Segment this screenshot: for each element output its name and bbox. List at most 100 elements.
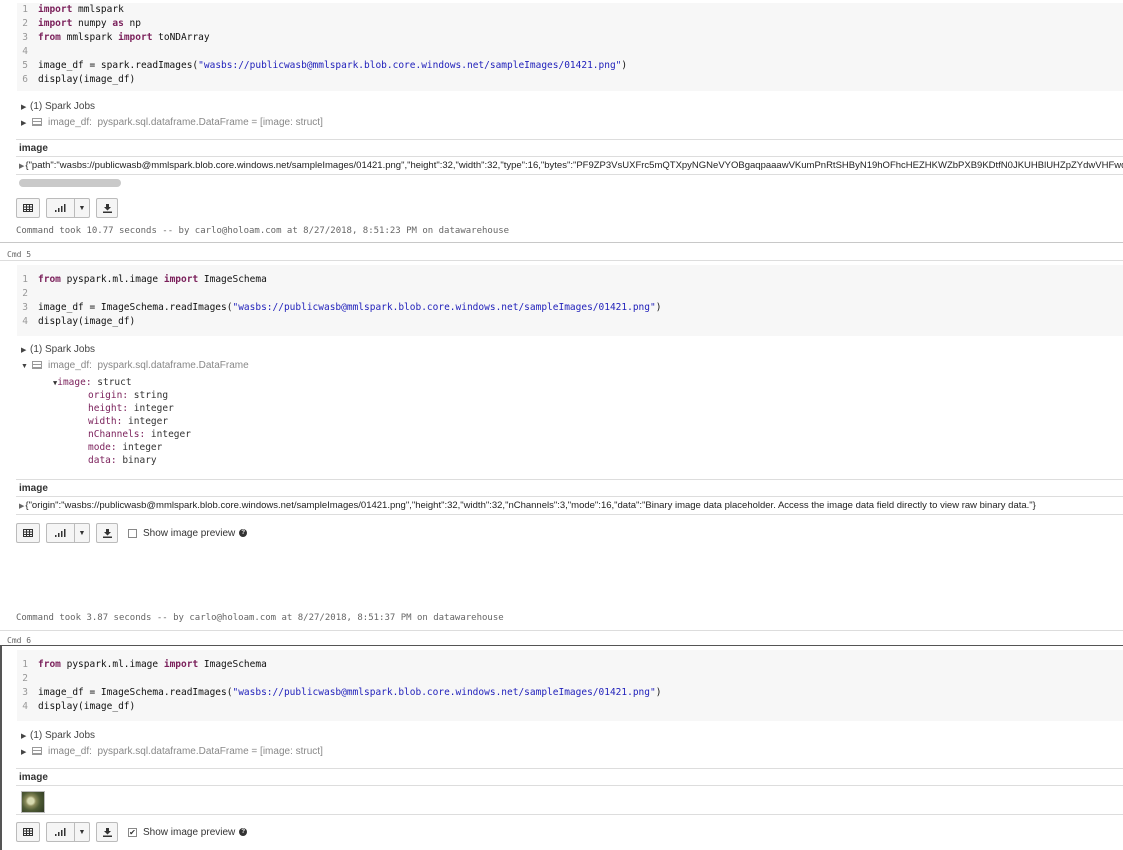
horizontal-scrollbar[interactable] [19,179,121,187]
code-keyword: import [163,659,199,670]
code-line[interactable]: 6 display(image_df) [17,73,1123,87]
dataframe-toggle[interactable]: ▶ image_df: pyspark.sql.dataframe.DataFra… [21,746,323,757]
code-editor[interactable]: 1 from pyspark.ml.image import ImageSchem… [17,265,1123,336]
code-line[interactable]: 5 image_df = spark.readImages("wasbs://pu… [17,59,1123,73]
code-token: mmlspark [72,4,124,15]
line-number: 5 [22,60,28,71]
table-row[interactable]: ▶{"path":"wasbs://publicwasb@mmlspark.bl… [16,157,1123,175]
code-text: display(image_df) [38,700,135,714]
code-line[interactable]: 2 [17,672,1123,686]
schema-field: mode: integer [88,442,163,453]
dataframe-toggle[interactable]: ▼ image_df: pyspark.sql.dataframe.DataFra… [21,360,249,371]
preview-checkbox[interactable] [128,528,137,538]
code-keyword: import [163,274,199,285]
caret-down-icon[interactable]: ▼ [75,205,89,212]
caret-down-icon[interactable]: ▼ [75,829,89,836]
line-number: 1 [22,4,28,15]
chart-view-button[interactable]: ▼ [46,523,90,543]
caret-down-icon[interactable]: ▼ [75,530,89,537]
code-line[interactable]: 2 [17,287,1123,301]
code-text: display(image_df) [38,315,135,329]
spark-jobs-toggle[interactable]: ▶ (1) Spark Jobs [21,101,95,112]
expand-triangle-icon[interactable]: ▶ [19,503,24,510]
spark-jobs-toggle[interactable]: ▶ (1) Spark Jobs [21,344,95,355]
schema-field: height: integer [88,403,174,414]
code-keyword: import [38,18,73,29]
code-text: import mmlspark [38,3,124,17]
schema-field: width: integer [88,416,169,427]
dataframe-toggle[interactable]: ▶ image_df: pyspark.sql.dataframe.DataFra… [21,117,323,128]
image-preview-thumbnail[interactable] [21,791,45,813]
line-number: 6 [22,74,28,85]
code-token: ) [621,60,628,71]
table-view-button[interactable] [16,523,40,543]
bar-chart-icon [55,828,66,836]
result-toolbar: ▼ ✔ Show image preview? [16,822,248,842]
download-button[interactable] [96,523,118,543]
code-line[interactable]: 3 image_df = ImageSchema.readImages("wasb… [17,686,1123,700]
code-token: image_df = spark.readImages( [38,60,199,71]
code-line[interactable]: 4 [17,45,1123,59]
spark-jobs-toggle[interactable]: ▶ (1) Spark Jobs [21,730,95,741]
code-keyword: import [38,4,73,15]
code-line[interactable]: 3 from mmlspark import toNDArray [17,31,1123,45]
code-line[interactable]: 4 display(image_df) [17,700,1123,714]
column-header: image [16,769,1123,786]
code-token: display(image_df) [38,316,136,327]
chart-view-button[interactable]: ▼ [46,198,90,218]
download-button[interactable] [96,822,118,842]
download-icon [102,528,112,538]
show-image-preview-toggle[interactable]: Show image preview? [128,528,248,539]
result-toolbar: ▼ Show image preview? [16,523,248,543]
line-number: 2 [22,18,28,29]
code-keyword: as [112,18,124,29]
table-view-button[interactable] [16,822,40,842]
line-number: 4 [22,46,28,57]
code-keyword: import [118,32,153,43]
code-text: image_df = ImageSchema.readImages("wasbs… [38,301,661,315]
code-token: image_df = ImageSchema.readImages( [38,302,233,313]
schema-node[interactable]: ▼image: struct [53,376,132,390]
expand-triangle-icon[interactable]: ▶ [19,163,24,170]
download-button[interactable] [96,198,118,218]
notebook-cell-1: 1 import mmlspark 2 import numpy as np 3 from… [0,0,1123,243]
chart-view-button[interactable]: ▼ [46,822,90,842]
line-number: 1 [22,659,28,670]
code-token: ) [655,687,662,698]
expand-triangle-icon: ▶ [21,120,27,127]
preview-checkbox[interactable]: ✔ [128,827,137,837]
line-number: 4 [22,316,28,327]
column-header: image [16,140,1123,157]
expand-triangle-icon: ▶ [21,733,27,740]
show-image-preview-toggle[interactable]: ✔ Show image preview? [128,827,248,838]
code-editor[interactable]: 1 from pyspark.ml.image import ImageSchem… [17,650,1123,721]
table-row[interactable]: ▶{"origin":"wasbs://publicwasb@mmlspark.… [16,497,1123,515]
line-number: 2 [22,288,28,299]
expand-triangle-icon: ▶ [21,347,27,354]
code-line[interactable]: 2 import numpy as np [17,17,1123,31]
code-line[interactable]: 1 from pyspark.ml.image import ImageSchem… [17,658,1123,672]
code-text: from pyspark.ml.image import ImageSchema [38,273,267,287]
code-line[interactable]: 1 from pyspark.ml.image import ImageSchem… [17,273,1123,287]
code-text: import numpy as np [38,17,141,31]
schema-field: origin: string [88,390,169,401]
code-line[interactable]: 1 import mmlspark [17,3,1123,17]
line-number: 2 [22,673,28,684]
code-line[interactable]: 4 display(image_df) [17,315,1123,329]
code-text: image_df = spark.readImages("wasbs://pub… [38,59,627,73]
table-icon [23,204,33,212]
notebook-cell-2: 1 from pyspark.ml.image import ImageSchem… [0,260,1123,631]
question-circle-icon[interactable]: ? [239,529,248,537]
dataframe-icon [32,118,42,126]
line-number: 3 [22,687,28,698]
download-icon [102,203,112,213]
line-number: 1 [22,274,28,285]
code-editor[interactable]: 1 import mmlspark 2 import numpy as np 3 from… [17,3,1123,91]
code-string: "wasbs://publicwasb@mmlspark.blob.core.w… [198,60,622,71]
table-view-button[interactable] [16,198,40,218]
question-circle-icon[interactable]: ? [239,828,248,836]
dataframe-icon [32,747,42,755]
code-line[interactable]: 3 image_df = ImageSchema.readImages("wasb… [17,301,1123,315]
table-row [16,786,1123,815]
collapse-triangle-icon: ▼ [21,363,28,370]
